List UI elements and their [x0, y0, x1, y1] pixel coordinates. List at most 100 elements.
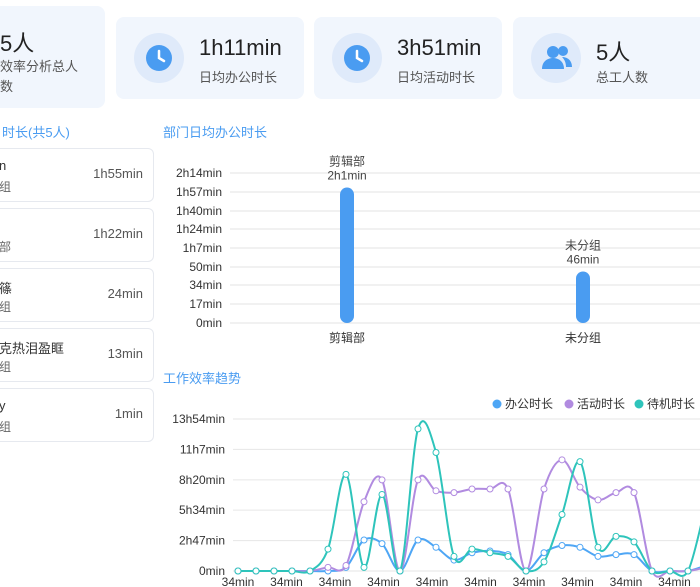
employee-time: 1h55min: [93, 166, 143, 181]
data-point[interactable]: [324, 545, 332, 553]
data-point[interactable]: [252, 567, 260, 575]
data-point[interactable]: [648, 567, 656, 575]
data-point[interactable]: [522, 567, 530, 575]
y-tick-label: 17min: [189, 297, 222, 311]
data-point[interactable]: [612, 489, 620, 497]
data-point[interactable]: [540, 549, 548, 557]
x-tick-label: 34min: [367, 575, 400, 587]
y-tick-label: 8h20min: [179, 473, 225, 487]
bar[interactable]: [340, 187, 354, 323]
legend-marker[interactable]: [564, 399, 574, 409]
data-point[interactable]: [666, 567, 674, 575]
data-point[interactable]: [360, 498, 368, 506]
bar-category-label: 剪辑部: [329, 154, 365, 169]
data-point[interactable]: [612, 532, 620, 540]
employee-item[interactable]: y 组 1min: [0, 388, 154, 442]
x-tick-label: 34min: [270, 575, 303, 587]
trend-line-chart: 0min2h47min5h34min8h20min11h7min13h54min…: [172, 396, 700, 587]
data-point[interactable]: [432, 487, 440, 495]
y-tick-label: 1h40min: [176, 204, 222, 218]
x-tick-label: 34min: [222, 575, 255, 587]
data-point[interactable]: [594, 496, 602, 504]
data-point[interactable]: [342, 470, 350, 478]
data-point[interactable]: [558, 511, 566, 519]
employee-time: 1h22min: [93, 226, 143, 241]
data-point[interactable]: [612, 551, 620, 559]
y-tick-label: 50min: [189, 260, 222, 274]
legend-marker[interactable]: [492, 399, 502, 409]
data-point[interactable]: [378, 490, 386, 498]
data-point[interactable]: [504, 485, 512, 493]
data-point[interactable]: [540, 485, 548, 493]
legend-label[interactable]: 待机时长: [647, 397, 695, 411]
stat-value: 5人: [596, 40, 631, 65]
data-point[interactable]: [468, 485, 476, 493]
data-point[interactable]: [450, 489, 458, 497]
data-point[interactable]: [414, 476, 422, 484]
y-tick-label: 2h14min: [176, 166, 222, 180]
y-tick-label: 1h7min: [183, 241, 222, 255]
data-point[interactable]: [270, 567, 278, 575]
clock-icon: [332, 33, 382, 83]
legend-label[interactable]: 活动时长: [577, 397, 625, 411]
data-point[interactable]: [540, 558, 548, 566]
data-point[interactable]: [594, 543, 602, 551]
x-tick-label: 34min: [416, 575, 449, 587]
data-point[interactable]: [414, 536, 422, 544]
trend-chart-title: 工作效率趋势: [163, 371, 242, 386]
data-point[interactable]: [360, 563, 368, 571]
data-point[interactable]: [378, 540, 386, 548]
employee-item[interactable]: n 组 1h55min: [0, 148, 154, 202]
bar-value-label: 2h1min: [327, 169, 366, 183]
employee-list-title: 时长(共5人): [2, 125, 70, 140]
y-tick-label: 13h54min: [172, 412, 225, 426]
data-point[interactable]: [414, 425, 422, 433]
data-point[interactable]: [576, 458, 584, 466]
data-point[interactable]: [468, 545, 476, 553]
data-point[interactable]: [486, 485, 494, 493]
employee-dept: 部: [0, 240, 12, 254]
employee-time: 1min: [114, 406, 143, 421]
stat-label-cont: 数: [0, 79, 14, 94]
data-point[interactable]: [324, 563, 332, 571]
dept-chart-title: 部门日均办公时长: [163, 125, 268, 140]
data-point[interactable]: [396, 567, 404, 575]
data-point[interactable]: [378, 476, 386, 484]
data-point[interactable]: [576, 483, 584, 491]
data-point[interactable]: [342, 562, 350, 570]
data-point[interactable]: [432, 449, 440, 457]
stat-value: 5人: [0, 31, 35, 56]
data-point[interactable]: [684, 567, 692, 575]
data-point[interactable]: [504, 552, 512, 560]
data-point[interactable]: [486, 549, 494, 557]
data-point[interactable]: [576, 543, 584, 551]
data-point[interactable]: [558, 456, 566, 464]
data-point[interactable]: [594, 552, 602, 560]
employee-item[interactable]: 部 1h22min: [0, 208, 154, 262]
employee-time: 13min: [107, 346, 143, 361]
legend-label[interactable]: 办公时长: [505, 396, 553, 411]
employee-dept: 组: [0, 300, 12, 314]
data-point[interactable]: [450, 552, 458, 560]
x-tick-label: 34min: [513, 575, 546, 587]
legend-marker[interactable]: [634, 399, 644, 409]
data-point[interactable]: [234, 567, 242, 575]
data-point[interactable]: [630, 538, 638, 546]
data-point[interactable]: [306, 567, 314, 575]
y-tick-label: 1h24min: [176, 222, 222, 236]
y-tick-label: 2h47min: [179, 534, 225, 548]
data-point[interactable]: [558, 541, 566, 549]
employee-item[interactable]: 篠 组 24min: [0, 268, 154, 322]
stat-card-avg-activity: 3h51min 日均活动时长: [314, 17, 502, 99]
data-point[interactable]: [432, 543, 440, 551]
data-point[interactable]: [288, 567, 296, 575]
stat-label: 总工人数: [596, 70, 649, 85]
employee-dept: 组: [0, 420, 12, 434]
x-tick-label: 34min: [561, 575, 594, 587]
data-point[interactable]: [360, 536, 368, 544]
stat-card-total-workers: 5人 总工人数: [513, 17, 700, 99]
data-point[interactable]: [630, 551, 638, 559]
data-point[interactable]: [630, 489, 638, 497]
bar[interactable]: [576, 271, 590, 323]
employee-item[interactable]: 克热泪盈眶 组 13min: [0, 328, 154, 382]
